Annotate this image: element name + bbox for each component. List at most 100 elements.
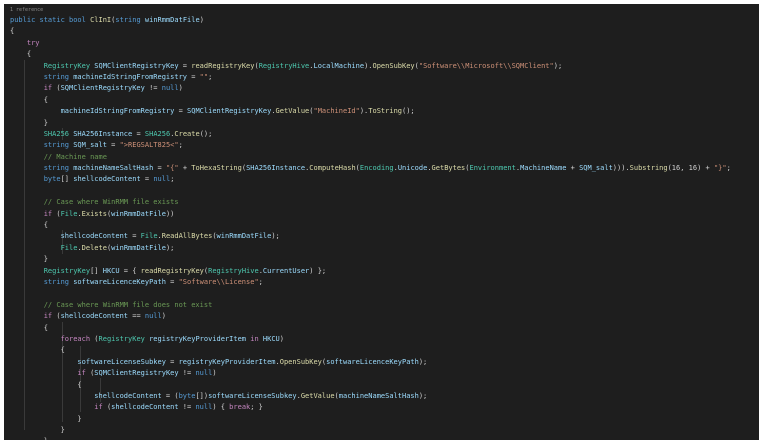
code-line[interactable]: if (SQMClientRegistryKey != null) <box>10 83 755 94</box>
code-token: null <box>144 312 162 321</box>
code-line[interactable]: SHA256 SHA256Instance = SHA256.Create(); <box>10 129 755 140</box>
code-token: (); <box>402 107 415 116</box>
code-line[interactable]: { <box>10 95 755 106</box>
code-line[interactable]: } <box>10 414 755 425</box>
code-line[interactable]: string SQM_salt = ">REGSALT825<"; <box>10 140 755 151</box>
code-token: winRmmDatFile <box>111 209 166 218</box>
code-token: GetValue <box>300 391 335 400</box>
code-token: HKCU <box>262 334 280 343</box>
code-token: = <box>153 164 166 173</box>
code-line[interactable] <box>10 186 755 197</box>
code-line[interactable]: { <box>10 49 755 60</box>
code-token: ComputeHash <box>309 164 356 173</box>
code-token: if <box>10 369 91 378</box>
code-line[interactable]: // Case where WinRMM file exists <box>10 197 755 208</box>
code-token: softwareLicenceKeyPath <box>326 357 419 366</box>
code-line[interactable]: machineIdStringFromRegistry = SQMClientR… <box>10 106 755 117</box>
code-token: Create <box>174 129 200 138</box>
code-line[interactable]: { <box>10 323 755 334</box>
code-token: shellcodeContent <box>10 391 162 400</box>
code-token: readRegistryKey <box>140 266 204 275</box>
code-token: SQMClientRegistryKey <box>60 84 145 93</box>
code-token: GetBytes <box>431 164 466 173</box>
code-token: softwareLicenseSubkey <box>208 391 297 400</box>
code-token: HKCU <box>102 266 120 275</box>
code-token: try <box>10 38 40 47</box>
code-line[interactable]: File.Delete(winRmmDatFile); <box>10 243 755 254</box>
code-line[interactable]: string machineNameSaltHash = "{" + ToHex… <box>10 163 755 174</box>
code-token: } <box>10 426 65 435</box>
code-token: foreach <box>10 334 95 343</box>
code-token: SQMClientRegistryKey <box>187 107 272 116</box>
code-token: { <box>10 50 32 59</box>
code-line[interactable]: // Machine name <box>10 152 755 163</box>
code-line[interactable]: shellcodeContent = (byte[])softwareLicen… <box>10 391 755 402</box>
code-line[interactable]: if (File.Exists(winRmmDatFile)) <box>10 209 755 220</box>
code-token: string <box>115 16 145 24</box>
code-token: ) <box>199 16 204 24</box>
code-token: ; } <box>250 403 263 412</box>
code-token: shellcodeContent <box>60 312 129 321</box>
code-token: ; <box>170 175 175 184</box>
code-line[interactable]: { <box>10 345 755 356</box>
code-token: SHA256 <box>144 129 171 138</box>
code-token: "Software\\Microsoft\\SQMClient" <box>418 61 554 70</box>
code-line[interactable]: { <box>10 26 755 37</box>
code-token: Unicode <box>397 164 428 173</box>
code-token: Environment <box>469 164 516 173</box>
code-line[interactable]: RegistryKey SQMClientRegistryKey = readR… <box>10 61 755 72</box>
code-line[interactable]: string softwareLicenceKeyPath = "Softwar… <box>10 277 755 288</box>
code-token: ; <box>726 164 731 173</box>
code-token: // Case where WinRMM file exists <box>10 198 179 207</box>
code-line[interactable] <box>10 288 755 299</box>
code-body: public static bool ClInI(string winRmmDa… <box>10 15 755 440</box>
code-line[interactable]: RegistryKey[] HKCU = { readRegistryKey(R… <box>10 266 755 277</box>
code-token: )) <box>165 209 175 218</box>
code-token: break <box>229 403 251 412</box>
code-token: File <box>10 243 78 252</box>
code-token: ) <box>212 369 217 378</box>
code-token: != <box>178 369 196 378</box>
code-token: ) }; <box>309 266 327 275</box>
code-line[interactable]: if (shellcodeContent != null) { break; } <box>10 402 755 413</box>
code-token: RegistryKey <box>10 61 95 70</box>
code-line[interactable]: string machineIdStringFromRegistry = ""; <box>10 72 755 83</box>
code-token: ToString <box>368 107 402 116</box>
code-token: RegistryHive <box>258 61 310 70</box>
code-token: ClInI <box>90 16 112 24</box>
code-token: = { <box>119 266 141 275</box>
code-token: winRmmDatFile <box>111 243 166 252</box>
code-line[interactable]: if (shellcodeContent == null) <box>10 311 755 322</box>
code-token: ) { <box>212 403 230 412</box>
code-token: softwareLicenseSubkey <box>10 357 166 366</box>
code-line[interactable]: shellcodeContent = File.ReadAllBytes(win… <box>10 231 755 242</box>
code-line[interactable]: softwareLicenseSubkey = registryKeyProvi… <box>10 357 755 368</box>
code-line[interactable]: } <box>10 254 755 265</box>
code-line[interactable]: if (SQMClientRegistryKey != null) <box>10 368 755 379</box>
code-editor[interactable]: 1 reference public static bool ClInI(str… <box>4 4 759 440</box>
code-line[interactable]: public static bool ClInI(string winRmmDa… <box>10 15 755 26</box>
code-token: machineNameSaltHash <box>73 164 154 173</box>
code-token: winRmmDatFile <box>144 16 200 24</box>
code-token: string <box>10 164 74 173</box>
reference-label[interactable]: 1 reference <box>10 7 43 13</box>
codelens-reference[interactable]: 1 reference <box>10 6 755 15</box>
code-token: = <box>165 357 179 366</box>
code-line[interactable]: // Case where WinRMM file does not exist <box>10 300 755 311</box>
code-line[interactable]: try <box>10 38 755 49</box>
code-token: OpenSubKey <box>372 61 415 70</box>
code-token: [] <box>90 266 103 275</box>
code-token: if <box>10 403 107 412</box>
code-line[interactable]: byte[] shellcodeContent = null; <box>10 174 755 185</box>
code-token: winRmmDatFile <box>216 232 272 241</box>
code-line[interactable]: } <box>10 436 755 440</box>
code-line[interactable]: } <box>10 118 755 129</box>
code-line[interactable]: { <box>10 380 755 391</box>
code-token: SHA256Instance <box>246 164 306 173</box>
code-token: = ( <box>161 391 179 400</box>
code-line[interactable]: { <box>10 220 755 231</box>
code-line[interactable]: } <box>10 425 755 436</box>
code-token: SQM_salt <box>73 141 107 150</box>
code-line[interactable]: foreach (RegistryKey registryKeyProvider… <box>10 334 755 345</box>
code-token: shellcodeContent <box>111 403 179 412</box>
